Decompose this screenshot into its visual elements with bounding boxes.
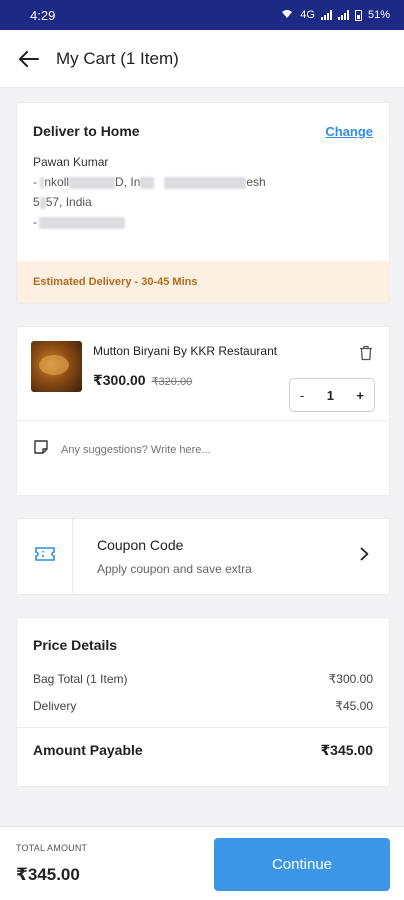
divider	[17, 727, 389, 728]
address-text: -	[33, 175, 41, 189]
quantity-stepper: - 1 +	[289, 378, 375, 412]
redacted-text	[40, 176, 45, 189]
price-row: Delivery ₹45.00	[17, 699, 389, 713]
amount-payable-label: Amount Payable	[33, 742, 143, 758]
price-row: Bag Total (1 Item) ₹300.00	[17, 672, 389, 686]
signal-icon-2	[337, 10, 349, 20]
total-amount-label: TOTAL AMOUNT	[16, 843, 88, 853]
address-line-2: 5 57, India	[17, 189, 389, 209]
price-row-value: ₹45.00	[335, 699, 373, 713]
continue-button[interactable]: Continue	[214, 838, 390, 891]
redacted-text	[69, 176, 116, 189]
address-line-3: -	[17, 209, 389, 229]
battery-icon	[354, 9, 362, 21]
cart-item-card: Mutton Biryani By KKR Restaurant ₹300.00…	[16, 326, 390, 496]
total-amount-value: ₹345.00	[16, 865, 80, 884]
address-text: esh	[246, 175, 266, 189]
chevron-container	[339, 519, 389, 594]
address-text: D, In	[115, 175, 141, 189]
item-original-price: ₹320.00	[151, 376, 193, 388]
estimated-delivery-banner: Estimated Delivery - 30-45 Mins	[17, 261, 389, 303]
cart-item-row: Mutton Biryani By KKR Restaurant ₹300.00…	[17, 327, 389, 421]
page-title: My Cart (1 Item)	[56, 48, 179, 68]
redacted-text	[39, 216, 125, 229]
coupon-title: Coupon Code	[97, 537, 184, 553]
item-price: ₹300.00	[93, 372, 146, 388]
address-text: 5	[33, 195, 40, 209]
delivery-address-card: Deliver to Home Change Pawan Kumar - nko…	[16, 102, 390, 304]
status-icons: 4G 51%	[280, 9, 390, 22]
delivery-title: Deliver to Home	[33, 123, 140, 139]
price-row-label: Bag Total (1 Item)	[33, 672, 128, 686]
address-text: nkoll	[44, 175, 70, 189]
delete-icon[interactable]	[359, 345, 373, 366]
address-text: 57, India	[45, 195, 92, 209]
status-bar: 4:29 4G 51%	[0, 0, 404, 30]
coupon-card[interactable]: Coupon Code Apply coupon and save extra	[16, 518, 390, 595]
address-line-1: - nkoll D, In esh	[17, 169, 389, 189]
redacted-text	[140, 176, 155, 189]
suggestion-row	[17, 421, 389, 460]
checkout-bar: TOTAL AMOUNT ₹345.00 Continue	[0, 826, 404, 900]
app-header: My Cart (1 Item)	[0, 30, 404, 88]
redacted-text	[164, 176, 247, 189]
recipient-name: Pawan Kumar	[33, 155, 109, 169]
back-arrow-icon[interactable]	[18, 48, 40, 70]
price-row-value: ₹300.00	[328, 672, 373, 686]
network-type: 4G	[300, 9, 315, 21]
decrease-qty-button[interactable]: -	[300, 388, 304, 403]
status-time: 4:29	[30, 7, 56, 23]
food-image	[31, 341, 82, 392]
note-icon	[33, 439, 49, 460]
item-name: Mutton Biryani By KKR Restaurant	[93, 344, 278, 358]
coupon-icon-container	[17, 519, 73, 594]
amount-payable-row: Amount Payable ₹345.00	[17, 742, 389, 759]
quantity-value: 1	[326, 387, 334, 403]
change-address-link[interactable]: Change	[325, 124, 373, 139]
hotspot-icon	[280, 9, 294, 22]
coupon-ticket-icon	[34, 546, 55, 567]
redacted-text	[39, 196, 46, 209]
increase-qty-button[interactable]: +	[356, 388, 364, 403]
amount-payable-value: ₹345.00	[320, 742, 373, 758]
price-details-card: Price Details Bag Total (1 Item) ₹300.00…	[16, 617, 390, 787]
address-text: -	[33, 215, 37, 229]
chevron-right-icon[interactable]	[360, 547, 369, 566]
price-row-label: Delivery	[33, 699, 77, 713]
suggestion-input[interactable]	[61, 443, 341, 456]
signal-icon	[320, 10, 332, 20]
battery-level: 51%	[367, 9, 390, 21]
coupon-subtitle: Apply coupon and save extra	[97, 562, 252, 576]
price-details-title: Price Details	[33, 637, 118, 653]
